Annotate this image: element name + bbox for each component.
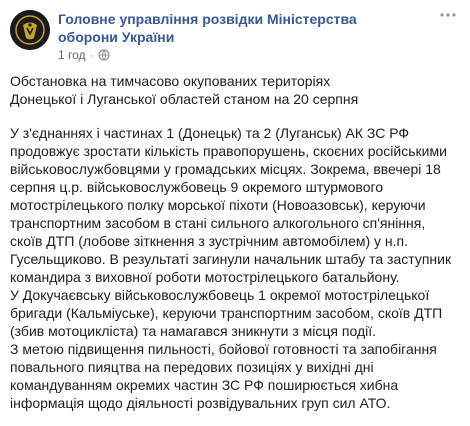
post-text-line: інформація щодо діяльності розвідувальни… xyxy=(10,395,391,411)
more-options-icon[interactable] xyxy=(438,8,458,22)
post-timestamp[interactable]: 1 год xyxy=(58,48,86,62)
post-title-paragraph: Обстановка на тимчасово окупованих терит… xyxy=(10,72,462,108)
globe-icon[interactable] xyxy=(97,49,110,61)
post-text-line: серпня ц.р. військовослужбовець 9 окремо… xyxy=(10,179,384,195)
post-text-line: командуванням окремих частин ЗС РФ пошир… xyxy=(10,377,399,393)
post-text-line: транспортним засобом в стані сильного ал… xyxy=(10,215,426,231)
post-text-line: повального пияцтва на передових позиціях… xyxy=(10,359,374,375)
post-text-line: командира з виховної роботи мотострілець… xyxy=(10,269,400,285)
post-text-line: скоїв ДТП (лобове зіткнення з зустрічним… xyxy=(10,233,409,249)
meta-separator: · xyxy=(89,48,94,62)
post-text-line: У Докучаєвську військовослужбовець 1 окр… xyxy=(10,287,430,303)
post-title-line: Донецької і Луганської областей станом н… xyxy=(10,91,359,107)
post-text-line: військовослужбовцями у громадських місця… xyxy=(10,161,441,177)
page-avatar[interactable] xyxy=(10,10,50,50)
facebook-post: Головне управління розвідки Міністерства… xyxy=(0,0,470,426)
post-text-line: У з'єднаннях і частинах 1 (Донецьк) та 2… xyxy=(10,125,410,141)
page-name-link[interactable]: Головне управління розвідки Міністерства… xyxy=(58,10,418,46)
post-meta: 1 год · xyxy=(58,48,110,62)
post-text-line: З метою підвищення пильності, бойової го… xyxy=(10,341,437,357)
post-text-line: продовжує зростати кількість правопоруше… xyxy=(10,143,447,159)
post-text-paragraph: У з'єднаннях і частинах 1 (Донецьк) та 2… xyxy=(10,124,462,412)
post-text-line: мотострілецького полку морської піхоти (… xyxy=(10,197,426,213)
post-title-line: Обстановка на тимчасово окупованих терит… xyxy=(10,73,331,89)
post-text-line: Гусельщиково. В результаті загинули нача… xyxy=(10,251,452,267)
military-intelligence-emblem-icon xyxy=(10,10,50,50)
post-body: Обстановка на тимчасово окупованих терит… xyxy=(10,72,462,412)
post-text-line: (збив мотоцикліста) та намагався зникнут… xyxy=(10,323,377,339)
post-text-line: бригади (Кальміуське), керуючи транспорт… xyxy=(10,305,443,321)
